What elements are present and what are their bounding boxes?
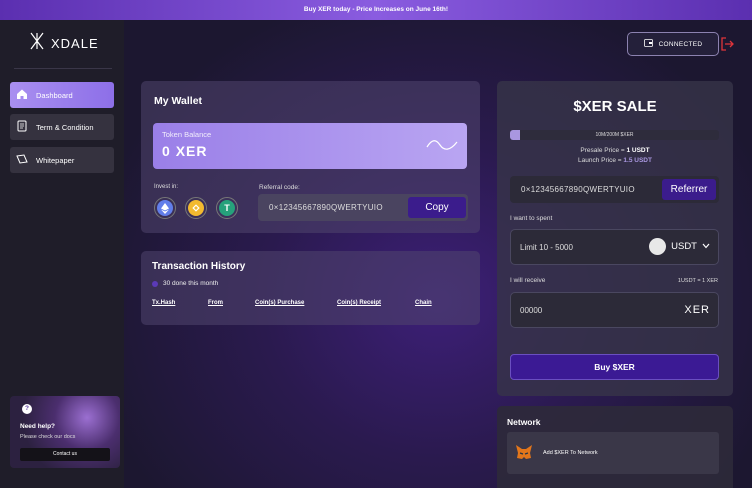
- add-network-label: Add $XER To Network: [543, 450, 598, 456]
- spend-amount-input[interactable]: Limit 10 - 5000 USDT: [510, 229, 719, 265]
- spend-placeholder: Limit 10 - 5000: [520, 243, 573, 252]
- sidebar-divider: [14, 68, 112, 69]
- document-icon: [16, 120, 28, 134]
- token-balance-value: 0 XER: [162, 143, 208, 159]
- sale-progress-text: 10M/200M $XER: [595, 132, 634, 138]
- add-to-network-button[interactable]: Add $XER To Network: [507, 432, 719, 474]
- receive-label: I will receive: [510, 277, 546, 284]
- sidebar-item-whitepaper[interactable]: Whitepaper: [10, 147, 114, 173]
- connected-label: CONNECTED: [658, 40, 703, 48]
- xer-logo: XER: [684, 304, 710, 316]
- tether-icon[interactable]: T: [216, 197, 238, 219]
- wallet-icon: [643, 39, 653, 49]
- column-tx-hash[interactable]: Tx.Hash: [152, 300, 175, 306]
- buy-xer-button[interactable]: Buy $XER: [510, 354, 719, 380]
- announcement-banner: Buy XER today - Price Increases on June …: [0, 0, 752, 20]
- receive-amount-field: 00000 XER: [510, 292, 719, 328]
- help-title: Need help?: [20, 423, 56, 430]
- my-wallet-card: My Wallet Token Balance 0 XER Invest in:…: [141, 81, 480, 233]
- network-card: Network Add $XER To Network: [497, 406, 733, 488]
- bnb-icon[interactable]: [185, 197, 207, 219]
- ethereum-icon[interactable]: [154, 197, 176, 219]
- brand-name: XDALE: [51, 35, 99, 51]
- contact-us-button[interactable]: Contact us: [20, 448, 110, 461]
- chevron-down-icon: [702, 241, 710, 252]
- sidebar-item-dashboard[interactable]: Dashboard: [10, 82, 114, 108]
- token-balance-box: Token Balance 0 XER: [153, 123, 467, 169]
- network-title: Network: [507, 417, 541, 427]
- token-balance-label: Token Balance: [162, 130, 212, 139]
- sidebar: XDALE Dashboard Term & Condition Whitepa…: [0, 20, 124, 488]
- referrer-button[interactable]: Referrer: [662, 179, 716, 200]
- referral-label: Referral code:: [259, 184, 300, 191]
- home-icon: [16, 88, 28, 102]
- transaction-history-card: Transaction History 30 done this month T…: [141, 251, 480, 325]
- help-icon: ?: [22, 404, 32, 414]
- sidebar-item-label: Whitepaper: [36, 155, 75, 165]
- paper-icon: [16, 153, 28, 167]
- metamask-fox-icon: [515, 444, 533, 462]
- column-coin-receipt[interactable]: Coin(s) Receipt: [337, 300, 381, 306]
- exchange-rate: 1USDT = 1 XER: [677, 278, 718, 284]
- status-dot: [152, 280, 158, 287]
- receive-value: 00000: [520, 306, 543, 315]
- column-chain[interactable]: Chain: [415, 300, 432, 306]
- column-from[interactable]: From: [208, 300, 223, 306]
- column-coin-purchase[interactable]: Coin(s) Purchase: [255, 300, 304, 306]
- currency-label: USDT: [671, 241, 697, 252]
- wallet-title: My Wallet: [154, 95, 203, 107]
- help-subtitle: Please check our docs: [20, 434, 76, 440]
- sale-progress-bar: 10M/200M $XER: [510, 130, 719, 140]
- transaction-count: 30 done this month: [152, 280, 218, 287]
- sale-referral-field[interactable]: 0×12345667890QWERTYUIO Referrer: [510, 176, 719, 203]
- transaction-history-title: Transaction History: [152, 261, 246, 272]
- brand-logo[interactable]: XDALE: [30, 32, 99, 54]
- xer-sale-card: $XER SALE 10M/200M $XER Presale Price = …: [497, 81, 733, 396]
- usdt-icon: [649, 238, 667, 255]
- xdale-logo-icon: [30, 32, 44, 55]
- invest-label: Invest in:: [154, 184, 179, 190]
- wave-icon: [426, 137, 458, 158]
- presale-price: Presale Price = 1 USDT: [580, 147, 650, 154]
- launch-price: Launch Price = 1.5 USDT: [578, 157, 652, 164]
- connected-button[interactable]: CONNECTED: [627, 32, 719, 56]
- sale-title: $XER SALE: [573, 98, 657, 115]
- sidebar-item-label: Dashboard: [36, 90, 73, 100]
- referral-code: 0×12345667890QWERTYUIO: [269, 203, 383, 212]
- sidebar-item-label: Term & Condition: [36, 122, 94, 132]
- spend-label: I want to spent: [510, 215, 553, 222]
- sale-referral-code: 0×12345667890QWERTYUIO: [521, 185, 635, 194]
- logout-icon[interactable]: [720, 37, 734, 51]
- referral-code-field[interactable]: 0×12345667890QWERTYUIO Copy: [258, 194, 468, 221]
- help-card: ? Need help? Please check our docs Conta…: [10, 396, 120, 468]
- currency-select[interactable]: USDT: [649, 238, 710, 255]
- copy-button[interactable]: Copy: [408, 197, 466, 218]
- sidebar-item-terms[interactable]: Term & Condition: [10, 114, 114, 140]
- xer-token-symbol: XER: [175, 143, 208, 159]
